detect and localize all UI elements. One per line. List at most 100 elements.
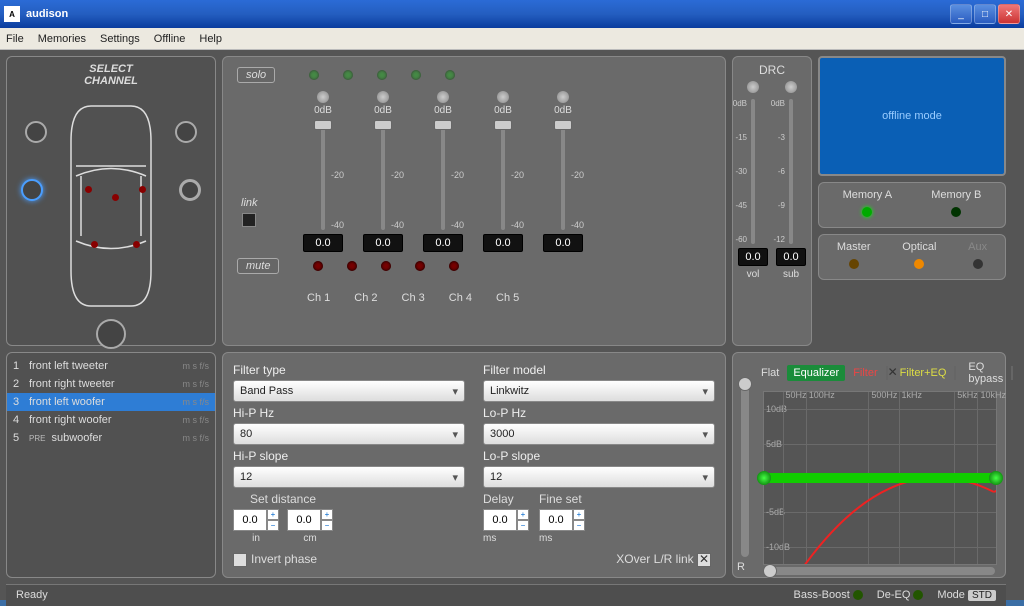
status-bar: Ready Bass-Boost De-EQ Mode STD — [6, 584, 1006, 606]
mute-label: mute — [237, 258, 279, 274]
minimize-button[interactable]: _ — [950, 4, 972, 24]
fader-value[interactable]: 0.0 — [543, 234, 583, 252]
car-diagram — [13, 91, 209, 339]
slider-thumb[interactable] — [763, 564, 777, 578]
speaker-front-right-tweeter[interactable] — [175, 121, 197, 143]
select-channel-panel: SELECTCHANNEL — [6, 56, 216, 346]
fader-4: 0dB -20-40 0.0 — [479, 91, 527, 252]
link-section: link — [241, 197, 258, 231]
link-checkbox[interactable] — [242, 213, 256, 227]
mute-led-3[interactable] — [381, 261, 391, 271]
distance-in-spinner[interactable]: +− — [233, 509, 279, 531]
mute-led-2[interactable] — [347, 261, 357, 271]
fader-thumb[interactable] — [374, 120, 392, 130]
eq-plot[interactable]: 10dB 5dB 0 -5dB -10dB 50Hz 100Hz 500Hz 1… — [763, 391, 997, 565]
lr-link-checkbox[interactable] — [1011, 366, 1013, 380]
eq-r-label: R — [737, 561, 745, 573]
mute-led-1[interactable] — [313, 261, 323, 271]
close-button[interactable]: ✕ — [998, 4, 1020, 24]
status-screen: offline mode — [818, 56, 1006, 176]
speaker-front-right-woofer[interactable] — [179, 179, 201, 201]
fader-track[interactable]: -20-40 — [441, 120, 445, 230]
solo-led-2[interactable] — [343, 70, 353, 80]
fader-value[interactable]: 0.0 — [363, 234, 403, 252]
filter-model-select[interactable]: Linkwitz — [483, 380, 715, 402]
channel-row[interactable]: 2front right tweeterm s f/s — [7, 375, 215, 393]
eq-bypass-checkbox[interactable] — [954, 366, 956, 380]
source-aux[interactable]: Aux — [968, 241, 987, 269]
menu-settings[interactable]: Settings — [100, 33, 140, 45]
hip-hz-select[interactable]: 80 — [233, 423, 465, 445]
fader-knob[interactable] — [497, 91, 509, 103]
fader-knob[interactable] — [557, 91, 569, 103]
fader-knob[interactable] — [377, 91, 389, 103]
speaker-front-left-woofer[interactable] — [21, 179, 43, 201]
lop-hz-select[interactable]: 3000 — [483, 423, 715, 445]
drc-vol-value[interactable]: 0.0 — [738, 248, 768, 266]
memory-a[interactable]: Memory A — [843, 189, 893, 217]
eq-band-handle-right[interactable] — [989, 471, 1003, 485]
fader-track[interactable]: -20 -40 — [321, 120, 325, 230]
mute-led-4[interactable] — [415, 261, 425, 271]
eq-vertical-slider[interactable] — [741, 377, 749, 557]
menu-file[interactable]: File — [6, 33, 24, 45]
fader-2: 0dB -20-40 0.0 — [359, 91, 407, 252]
eq-band-handle-left[interactable] — [757, 471, 771, 485]
memory-b[interactable]: Memory B — [931, 189, 981, 217]
fader-thumb[interactable] — [494, 120, 512, 130]
xover-lr-checkbox[interactable]: XOver L/R link — [616, 552, 715, 567]
speaker-front-left-tweeter[interactable] — [25, 121, 47, 143]
source-master[interactable]: Master — [837, 241, 871, 269]
channel-row[interactable]: 4front right wooferm s f/s — [7, 411, 215, 429]
drc-sub-track[interactable]: 0dB-3-6-9-12 — [789, 99, 793, 244]
channel-row[interactable]: 3front left wooferm s f/s — [7, 393, 215, 411]
fader-value[interactable]: 0.0 — [423, 234, 463, 252]
sensor-dot — [85, 186, 92, 193]
sensor-dot — [91, 241, 98, 248]
fader-value[interactable]: 0.0 — [303, 234, 343, 252]
eq-horizontal-slider[interactable] — [763, 567, 995, 575]
solo-led-3[interactable] — [377, 70, 387, 80]
maximize-button[interactable]: □ — [974, 4, 996, 24]
fader-thumb[interactable] — [434, 120, 452, 130]
lop-slope-select[interactable]: 12 — [483, 466, 715, 488]
equalizer-button[interactable]: Equalizer — [787, 365, 845, 381]
menu-help[interactable]: Help — [199, 33, 222, 45]
speaker-subwoofer[interactable] — [96, 319, 126, 349]
fader-5: 0dB -20-40 0.0 — [539, 91, 587, 252]
memory-panel: Memory A Memory B — [818, 182, 1006, 228]
drc-vol-track[interactable]: 0dB-15-30-45-60 — [751, 99, 755, 244]
solo-led-4[interactable] — [411, 70, 421, 80]
mute-led-5[interactable] — [449, 261, 459, 271]
drc-sub-knob[interactable] — [785, 81, 797, 93]
slider-thumb[interactable] — [738, 377, 752, 391]
fader-track[interactable]: -20-40 — [561, 120, 565, 230]
fader-knob[interactable] — [437, 91, 449, 103]
fader-track[interactable]: -20-40 — [501, 120, 505, 230]
filter-type-select[interactable]: Band Pass — [233, 380, 465, 402]
invert-phase-checkbox[interactable]: Invert phase — [233, 552, 317, 567]
solo-led-1[interactable] — [309, 70, 319, 80]
fader-thumb[interactable] — [314, 120, 332, 130]
menu-offline[interactable]: Offline — [154, 33, 186, 45]
hip-slope-select[interactable]: 12 — [233, 466, 465, 488]
memory-a-led — [862, 207, 872, 217]
fader-track[interactable]: -20-40 — [381, 120, 385, 230]
solo-led-5[interactable] — [445, 70, 455, 80]
fader-knob[interactable] — [317, 91, 329, 103]
delay-spinner[interactable]: +− — [483, 509, 529, 531]
drc-sub-value[interactable]: 0.0 — [776, 248, 806, 266]
equalizer-panel: Flat Equalizer Filter Filter+EQ EQ bypas… — [732, 352, 1006, 578]
filter-checkbox[interactable] — [886, 366, 888, 380]
drc-vol-knob[interactable] — [747, 81, 759, 93]
fader-thumb[interactable] — [554, 120, 572, 130]
distance-cm-spinner[interactable]: +− — [287, 509, 333, 531]
channel-row[interactable]: 5PREsubwooferm s f/s — [7, 429, 215, 447]
drc-panel: DRC 0dB-15-30-45-60 0.0 vol 0dB-3-6-9-12… — [732, 56, 812, 346]
channel-row[interactable]: 1front left tweeterm s f/s — [7, 357, 215, 375]
fader-value[interactable]: 0.0 — [483, 234, 523, 252]
source-panel: Master Optical Aux — [818, 234, 1006, 280]
menu-memories[interactable]: Memories — [38, 33, 86, 45]
source-optical[interactable]: Optical — [902, 241, 936, 269]
fineset-spinner[interactable]: +− — [539, 509, 585, 531]
